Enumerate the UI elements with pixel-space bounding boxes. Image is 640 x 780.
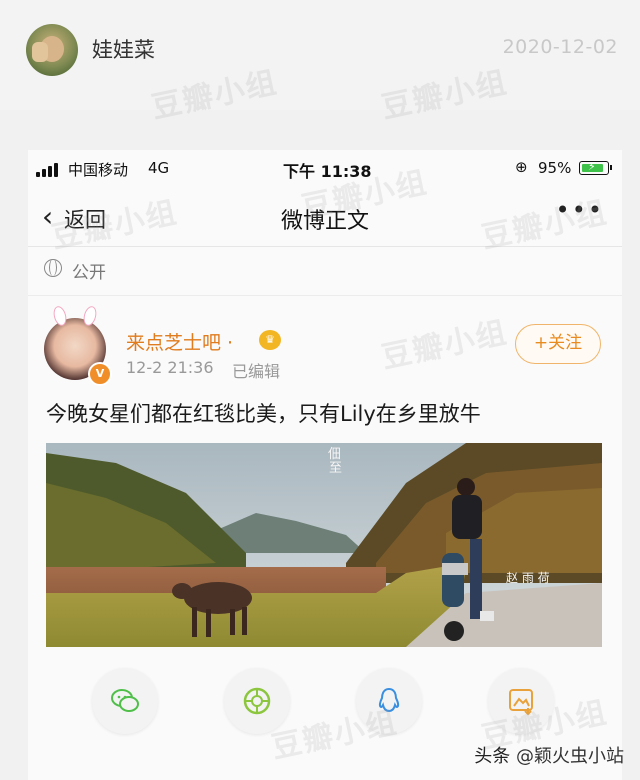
battery-percent: 95% [538,159,572,177]
wechat-icon [111,689,139,712]
battery-icon: ⚡ [579,160,612,175]
network-type: 4G [148,159,170,177]
repost-date: 2020-12-02 [502,36,618,58]
globe-icon [44,259,62,277]
visibility-label: 公开 [72,263,106,283]
credit-handle: @颖火虫小站 [516,746,624,767]
bunny-ear-right-icon [81,304,99,328]
orientation-lock-icon: ⊕ [515,158,528,176]
credit-source: 头条 [474,746,511,767]
countryside-photo [46,443,602,647]
more-options-icon[interactable]: ••• [556,196,604,224]
verified-badge-icon: V [88,362,112,386]
status-time: 下午 11:38 [283,162,372,181]
moments-icon [243,687,271,715]
charging-bolt-icon: ⚡ [588,160,596,173]
avatar-hand [32,42,48,62]
nav-bar: ‹ 返回 微博正文 ••• [28,190,622,247]
repost-header: 娃娃菜 2020-12-02 [0,0,640,110]
visibility-row: 公开 [28,247,622,296]
avatar[interactable] [26,24,78,76]
qq-icon [378,687,400,713]
share-wechat-button[interactable] [92,668,158,734]
source-credit[interactable]: 头条 @颖火虫小站 [474,742,624,768]
edited-label: 已编辑 [232,362,281,381]
post-body-text: 今晚女星们都在红毯比美，只有Lily在乡里放牛 [46,402,481,426]
follow-button[interactable]: +关注 [515,324,601,364]
save-image-icon [509,689,533,716]
vip-crown-icon: ♛ [259,330,281,350]
share-moments-button[interactable] [224,668,290,734]
repost-username[interactable]: 娃娃菜 [92,34,155,64]
save-image-button[interactable] [488,668,554,734]
post-image[interactable]: 佃 至 赵 雨 荷 [46,443,602,647]
status-bar: 中国移动 4G 下午 11:38 ⊕ 95% ⚡ [28,150,622,188]
share-qq-button[interactable] [356,668,422,734]
bunny-ear-left-icon [51,304,69,328]
image-caption: 赵 雨 荷 [506,571,550,585]
signal-icon [36,163,62,177]
post-timestamp: 12-2 21:36 [126,358,214,377]
page-title: 微博正文 [280,209,369,234]
weibo-screenshot: 中国移动 4G 下午 11:38 ⊕ 95% ⚡ ‹ 返回 微博正文 ••• 公… [28,150,622,780]
image-caption: 至 [329,461,343,476]
post-author-name[interactable]: 来点芝士吧 · [126,328,233,355]
carrier-name: 中国移动 [68,161,129,179]
